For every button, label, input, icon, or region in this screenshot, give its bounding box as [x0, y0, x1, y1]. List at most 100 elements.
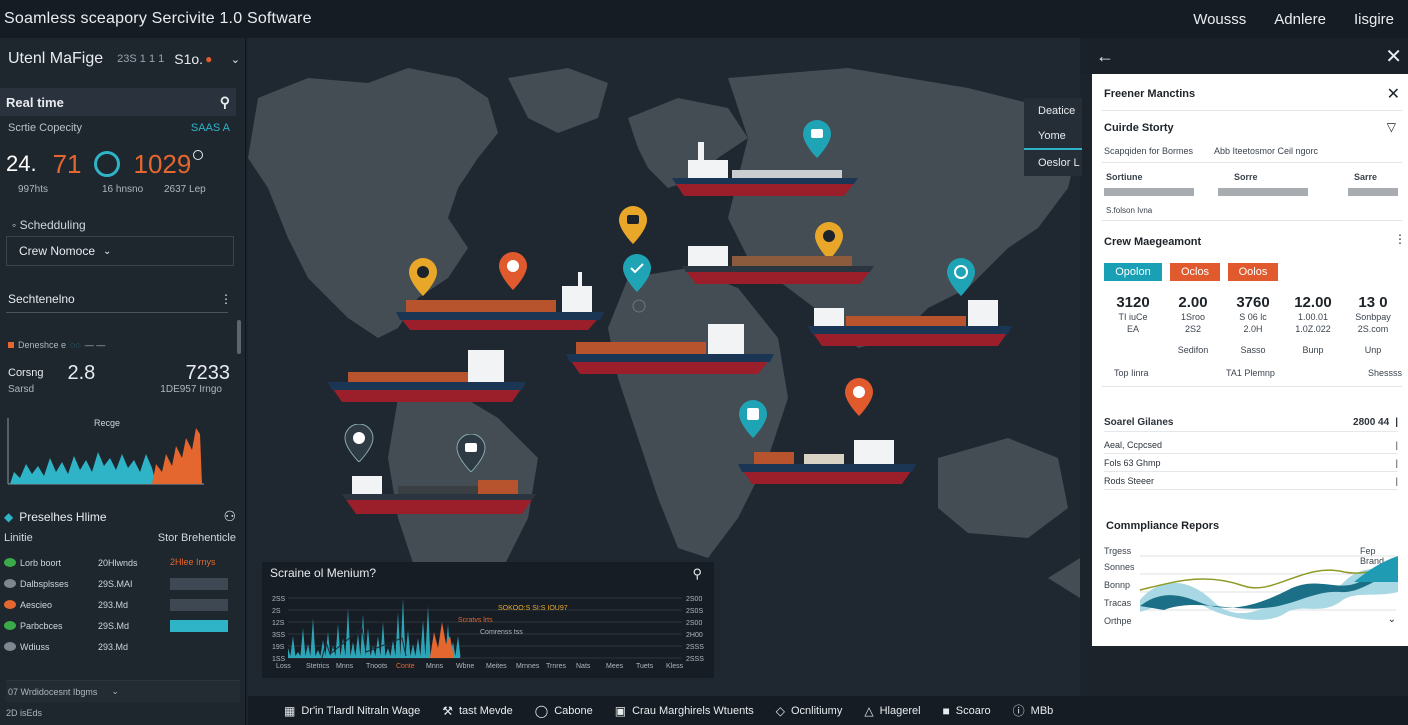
crew-stat-label: Unp — [1364, 345, 1382, 355]
x-tick: Nats — [576, 663, 591, 670]
crew-dropdown[interactable]: Crew Nomoce ⌄ — [6, 236, 234, 266]
crew-stat-sub1: TI iuCe — [1118, 312, 1148, 322]
row-name: Wdiuss — [20, 641, 50, 652]
wrench-icon: ⚒ — [442, 703, 453, 718]
scroll-tick: | — [1395, 417, 1398, 428]
row-value: 29S.MAI — [98, 578, 133, 589]
divider — [1102, 110, 1402, 111]
ship-pin-gray-icon[interactable] — [344, 423, 374, 463]
doc-icon: ▣ — [614, 703, 627, 718]
presehes-footer[interactable]: 07 Wrdidocesnt Ibgms ⌄ — [6, 680, 240, 702]
compliance-title: Commpliance Repors — [1106, 520, 1220, 532]
table-row[interactable]: Parbcbces 29S.Md — [4, 615, 236, 636]
crew-stat-col: 13 0 Sonbpay 2S.com Unp — [1344, 294, 1402, 355]
x-tick: Meites — [486, 663, 507, 670]
close-icon[interactable]: ✕ — [1385, 44, 1402, 69]
realtime-label: Real time — [6, 94, 64, 110]
legend-item-1[interactable]: Yome — [1024, 124, 1082, 150]
more-vertical-icon[interactable]: ⋮ — [1394, 232, 1406, 246]
summary-row[interactable]: Rods Steeer | — [1104, 472, 1398, 490]
x-tick: Mrnnes — [516, 663, 540, 670]
crew-tab-1[interactable]: Oclos — [1170, 263, 1220, 281]
ship-pin-yellow-icon[interactable] — [618, 206, 648, 244]
crew-stat-value: 13 0 — [1358, 294, 1388, 311]
cargo-ship-icon[interactable] — [562, 310, 778, 376]
bottom-item-7[interactable]: ⓘ MBb — [1013, 702, 1054, 719]
status-dot-icon — [4, 642, 16, 651]
crew-title: Crew Maegeamont — [1104, 236, 1202, 248]
cuirde-right: Abb Iteetosmor Ceil ngorc — [1214, 146, 1319, 156]
bottom-left-text: 2D isEds — [6, 708, 43, 718]
divider — [1102, 162, 1402, 163]
nav-item-adnlere[interactable]: Adnlere — [1274, 11, 1326, 28]
legend-item-0[interactable]: Deatice — [1024, 98, 1082, 124]
crew-tab-0[interactable]: Opolon — [1104, 263, 1162, 281]
x-tick: Kless — [666, 663, 684, 670]
ship-pin-gray-icon[interactable] — [456, 433, 486, 473]
divider — [1102, 220, 1402, 221]
right-panel-title: Freener Manctins — [1104, 88, 1196, 100]
summary-row[interactable]: Soarel Gilanes 2800 44 | — [1104, 414, 1398, 432]
crew-stat-value: 3760 — [1236, 294, 1270, 311]
stat-value-2: 7233 — [185, 361, 231, 384]
radio-icon[interactable]: ◦ — [12, 218, 16, 232]
bottom-item-3[interactable]: ▣ Crau Marghirels Wtuents — [615, 704, 754, 718]
x-tick: Tnoots — [366, 663, 388, 670]
compliance-chart-svg — [1139, 555, 1399, 620]
bottom-item-5[interactable]: △ Hlagerel — [864, 704, 920, 718]
site-selector[interactable]: S1o. — [174, 51, 203, 67]
more-vertical-icon[interactable]: ⋮ — [220, 292, 232, 306]
search-icon[interactable]: ⚲ — [220, 94, 230, 111]
bottom-item-1[interactable]: ⚒ tast Mevde — [442, 704, 513, 718]
user-icon[interactable]: ⚇ — [223, 508, 236, 525]
crew-stat-sub1: S 06 lc — [1239, 312, 1267, 322]
bottom-item-0[interactable]: ▦ Dr'in Tlardl Nitraln Wage — [284, 704, 420, 718]
back-arrow-icon[interactable]: ← — [1096, 46, 1114, 67]
crew-stat-label: Sedifon — [1177, 345, 1209, 355]
table-row[interactable]: Dalbsplsses 29S.MAI — [4, 573, 236, 594]
close-icon[interactable]: ✕ — [1387, 84, 1400, 104]
bottom-toolbar: ▦ Dr'in Tlardl Nitraln Wage ⚒ tast Mevde ◯ Ca… — [248, 696, 1408, 725]
table-row[interactable]: Aescieo 293.Md — [4, 594, 236, 615]
crew-stat-col: 3760 S 06 lc 2.0H Sasso — [1224, 294, 1282, 355]
table-row[interactable]: Lorb boort 20Hlwnds 2Hlee Irnys — [4, 552, 236, 573]
bottom-item-4[interactable]: ◇ Ocnlitiumy — [776, 704, 843, 718]
table-row[interactable]: Wdiuss 293.Md — [4, 636, 236, 657]
cargo-ship-icon[interactable] — [338, 468, 540, 516]
cargo-ship-icon[interactable] — [668, 138, 862, 198]
realtime-search-bar[interactable]: Real time ⚲ — [0, 88, 236, 116]
chevron-down-icon[interactable]: ▽ — [1387, 120, 1396, 134]
bottom-item-label: Scoaro — [955, 704, 991, 717]
summary-row[interactable]: Aeal, Ccpcsed | — [1104, 436, 1398, 454]
cargo-ship-icon[interactable] — [734, 422, 920, 486]
stat-value-1: 2.8 — [67, 361, 96, 384]
bottom-item-label: Ocnlitiumy — [791, 704, 843, 717]
filter-icon: ◆ — [4, 509, 14, 524]
crew-stats-grid: 3120 TI iuCe EA 2.00 1Sroo 2S2 Sedifon 3760 S 06… — [1104, 294, 1402, 355]
small-legend-label: Deneshce e — [18, 340, 67, 350]
x-tick: Conte — [396, 663, 415, 670]
chevron-down-icon[interactable]: ⌄ — [231, 53, 240, 66]
ship-pin-teal-icon[interactable] — [622, 254, 652, 292]
bottom-item-label: Hlagerel — [879, 704, 921, 717]
summary-row[interactable]: Fols 63 Ghmp | — [1104, 454, 1398, 472]
nav-item-wousss[interactable]: Wousss — [1193, 11, 1246, 28]
row-value: 29S.Md — [98, 620, 130, 631]
kpi-sub-1: 997hts — [18, 184, 49, 195]
small-note: S.folson Ivna — [1106, 206, 1153, 215]
chevron-down-icon[interactable]: ⌄ — [1388, 614, 1396, 625]
chart-annotation: Scratvs lrts — [458, 617, 493, 624]
scrollbar[interactable] — [237, 320, 241, 354]
cargo-ship-icon[interactable] — [804, 284, 1016, 348]
nav-item-iisgire[interactable]: Iisgire — [1354, 11, 1394, 28]
kpi-value-1: 24. — [6, 151, 37, 176]
crew-foot-2: TA1 Plemnp — [1226, 368, 1275, 378]
stat-sub-right: 1DE957 Irngo — [160, 384, 222, 395]
crew-tab-2[interactable]: Oolos — [1228, 263, 1278, 281]
bottom-item-6[interactable]: ■ Scoaro — [943, 704, 991, 718]
ship-pin-orange-icon[interactable] — [844, 378, 874, 416]
bottom-item-2[interactable]: ◯ Cabone — [535, 704, 593, 718]
cargo-ship-icon[interactable] — [678, 226, 878, 286]
legend-item-2[interactable]: Oeslor L — [1024, 150, 1082, 176]
cargo-ship-icon[interactable] — [324, 338, 530, 404]
